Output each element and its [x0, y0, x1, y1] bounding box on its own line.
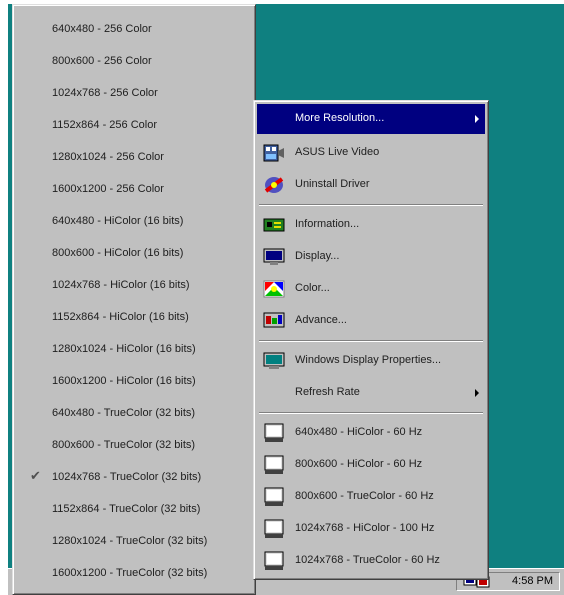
resolution-submenu: 640x480 - 256 Color 800x600 - 256 Color …	[12, 4, 256, 595]
menu-item-preset[interactable]: 800x600 - HiColor - 60 Hz	[257, 450, 485, 480]
resolution-item[interactable]: 1152x864 - HiColor (16 bits)	[16, 302, 252, 334]
resolution-item-selected[interactable]: ✔ 1024x768 - TrueColor (32 bits)	[16, 462, 252, 494]
menu-separator	[259, 204, 483, 206]
desktop-monitor-icon	[263, 352, 285, 369]
submenu-arrow-icon	[475, 115, 479, 123]
monitor-icon	[263, 248, 285, 265]
resolution-item[interactable]: 1600x1200 - TrueColor (32 bits)	[16, 558, 252, 590]
resolution-item[interactable]: 1280x1024 - TrueColor (32 bits)	[16, 526, 252, 558]
menu-separator	[259, 340, 483, 342]
resolution-item[interactable]: 1600x1200 - 256 Color	[16, 174, 252, 206]
resolution-item[interactable]: 640x480 - TrueColor (32 bits)	[16, 398, 252, 430]
resolution-item[interactable]: 1024x768 - 256 Color	[16, 78, 252, 110]
menu-item-preset[interactable]: 1024x768 - HiColor - 100 Hz	[257, 514, 485, 544]
resolution-item[interactable]: 1152x864 - 256 Color	[16, 110, 252, 142]
menu-item-uninstall-driver[interactable]: Uninstall Driver	[257, 170, 485, 200]
monitor-preset-icon	[264, 487, 284, 506]
resolution-item[interactable]: 640x480 - HiColor (16 bits)	[16, 206, 252, 238]
menu-item-advance[interactable]: Advance...	[257, 306, 485, 336]
taskbar-clock[interactable]: 4:58 PM	[512, 575, 553, 587]
display-tray-menu: More Resolution... ASUS Live Video Unins…	[253, 100, 489, 580]
advance-tools-icon	[263, 312, 285, 328]
resolution-item[interactable]: 1280x1024 - 256 Color	[16, 142, 252, 174]
resolution-item[interactable]: 800x600 - 256 Color	[16, 46, 252, 78]
menu-item-preset[interactable]: 640x480 - HiColor - 60 Hz	[257, 418, 485, 448]
monitor-preset-icon	[264, 455, 284, 474]
resolution-item[interactable]: 1152x864 - TrueColor (32 bits)	[16, 494, 252, 526]
monitor-preset-icon	[264, 423, 284, 442]
menu-item-refresh-rate[interactable]: Refresh Rate	[257, 378, 485, 408]
resolution-item[interactable]: 640x480 - 256 Color	[16, 14, 252, 46]
film-camera-icon	[263, 144, 284, 162]
resolution-item[interactable]: 1024x768 - HiColor (16 bits)	[16, 270, 252, 302]
menu-item-color[interactable]: Color...	[257, 274, 485, 304]
submenu-arrow-icon	[475, 389, 479, 397]
resolution-item[interactable]: 800x600 - HiColor (16 bits)	[16, 238, 252, 270]
menu-item-preset[interactable]: 800x600 - TrueColor - 60 Hz	[257, 482, 485, 512]
color-palette-icon	[263, 280, 285, 298]
menu-item-asus-live-video[interactable]: ASUS Live Video	[257, 138, 485, 168]
menu-item-display[interactable]: Display...	[257, 242, 485, 272]
resolution-item[interactable]: 1600x1200 - HiColor (16 bits)	[16, 366, 252, 398]
check-icon: ✔	[30, 468, 41, 483]
uninstall-icon	[264, 177, 284, 193]
menu-item-more-resolution[interactable]: More Resolution...	[257, 104, 485, 134]
monitor-preset-icon	[264, 519, 284, 538]
menu-item-preset[interactable]: 1024x768 - TrueColor - 60 Hz	[257, 546, 485, 576]
resolution-item[interactable]: 1280x1024 - HiColor (16 bits)	[16, 334, 252, 366]
menu-separator	[259, 412, 483, 414]
menu-item-information[interactable]: Information...	[257, 210, 485, 240]
info-card-icon	[263, 218, 285, 232]
menu-item-windows-display-properties[interactable]: Windows Display Properties...	[257, 346, 485, 376]
monitor-preset-icon	[264, 551, 284, 570]
resolution-item[interactable]: 800x600 - TrueColor (32 bits)	[16, 430, 252, 462]
